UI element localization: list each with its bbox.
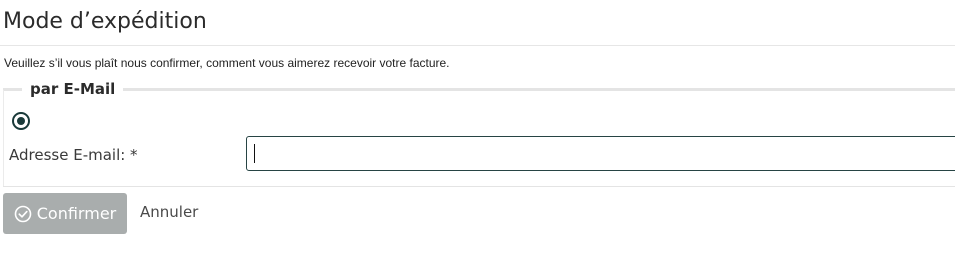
cancel-link[interactable]: Annuler	[140, 203, 198, 221]
page-title: Mode d’expédition	[3, 9, 207, 34]
radio-selected-dot	[17, 117, 25, 125]
fieldset-left-border	[3, 90, 4, 186]
fieldset-bottom-border	[3, 186, 955, 187]
confirm-button[interactable]: Confirmer	[3, 193, 127, 234]
email-field[interactable]	[246, 136, 955, 171]
email-field-label: Adresse E-mail: *	[9, 146, 138, 164]
confirm-button-label: Confirmer	[36, 204, 117, 223]
shipping-method-form: Mode d’expédition Veuillez s’il vous pla…	[0, 0, 955, 276]
text-caret	[254, 144, 255, 163]
fieldset-top-border	[3, 88, 955, 91]
fieldset-legend-email: par E-Mail	[22, 80, 124, 98]
check-circle-icon	[14, 205, 32, 223]
title-divider	[0, 45, 955, 46]
intro-text: Veuillez s’il vous plaît nous confirmer,…	[4, 56, 450, 70]
email-option-radio[interactable]	[12, 112, 30, 130]
